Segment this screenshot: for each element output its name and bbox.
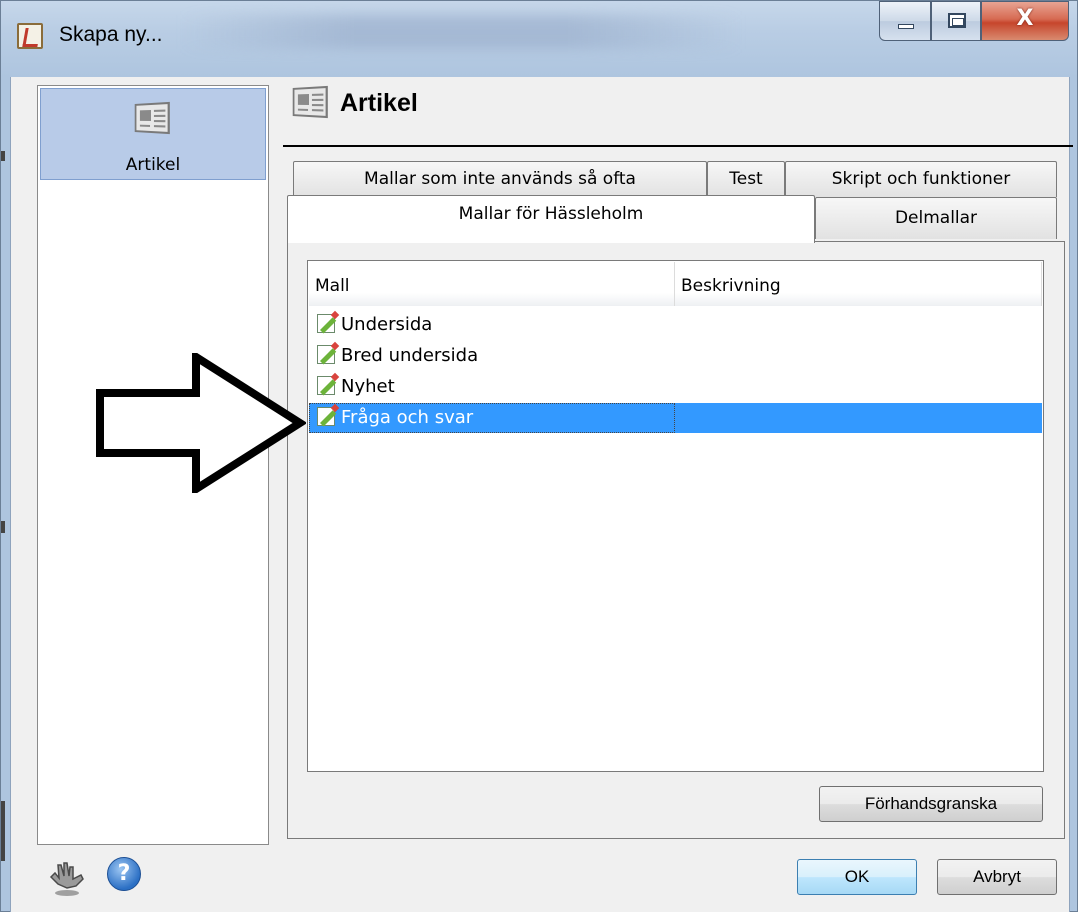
table-cell-mall: Undersida (309, 310, 675, 340)
table-header: Mall Beskrivning (309, 262, 1042, 306)
newspaper-icon (292, 85, 328, 119)
dialog-body: Artikel Artikel Mallar som inte används … (10, 77, 1073, 912)
preview-button[interactable]: Förhandsgranska (819, 786, 1043, 822)
java-app-icon (17, 23, 43, 49)
page-title: Artikel (340, 89, 418, 117)
blurred-background (181, 15, 741, 49)
window-title: Skapa ny... (59, 23, 163, 46)
table-row[interactable]: Bred undersida (309, 341, 1042, 371)
edge-mark (1, 151, 5, 161)
maximize-button[interactable] (931, 1, 981, 41)
tab-mallar-for-hassleholm[interactable]: Mallar för Hässleholm (287, 195, 815, 243)
annotation-arrow-icon (96, 353, 306, 493)
edit-template-icon (317, 345, 335, 364)
ok-button[interactable]: OK (797, 859, 917, 895)
table-row-selected[interactable]: Fråga och svar (309, 403, 1042, 433)
table-row[interactable]: Nyhet (309, 372, 1042, 402)
tab-delmallar[interactable]: Delmallar (815, 197, 1057, 239)
header-divider (283, 145, 1073, 147)
tab-mallar-som-inte-anvands[interactable]: Mallar som inte används så ofta (293, 161, 707, 197)
sidebar-item-label: Artikel (125, 155, 181, 175)
maximize-icon (948, 13, 966, 28)
edit-template-icon (317, 314, 335, 333)
title-bar[interactable]: Skapa ny... X (1, 1, 1078, 77)
table-cell-mall: Bred undersida (309, 341, 675, 371)
cancel-button[interactable]: Avbryt (937, 859, 1057, 895)
tab-test[interactable]: Test (707, 161, 785, 197)
edge-mark (1, 521, 5, 533)
edge-mark (1, 801, 5, 861)
column-header-beskrivning[interactable]: Beskrivning (675, 262, 1042, 306)
dialog-window: Skapa ny... X Artikel Artikel Mallar som… (0, 0, 1078, 912)
minimize-icon (898, 24, 914, 29)
table-row[interactable]: Undersida (309, 310, 1042, 340)
close-icon: X (1016, 6, 1034, 31)
hand-icon (49, 862, 84, 896)
column-header-mall[interactable]: Mall (309, 262, 675, 306)
table-cell-mall: Fråga och svar (309, 403, 675, 433)
row-label: Undersida (341, 314, 433, 335)
minimize-button[interactable] (879, 1, 931, 41)
table-cell-mall: Nyhet (309, 372, 675, 402)
edit-template-icon (317, 407, 335, 426)
row-label: Nyhet (341, 376, 395, 397)
help-icon[interactable]: ? (107, 857, 141, 891)
tab-skript-och-funktioner[interactable]: Skript och funktioner (785, 161, 1057, 197)
row-label: Bred undersida (341, 345, 479, 366)
row-label: Fråga och svar (341, 407, 474, 428)
newspaper-icon (134, 101, 170, 135)
edit-template-icon (317, 376, 335, 395)
close-button[interactable]: X (981, 1, 1069, 41)
template-table[interactable]: Mall Beskrivning Undersida Bred undersid… (307, 260, 1044, 772)
sidebar-item-artikel[interactable]: Artikel (40, 88, 266, 180)
